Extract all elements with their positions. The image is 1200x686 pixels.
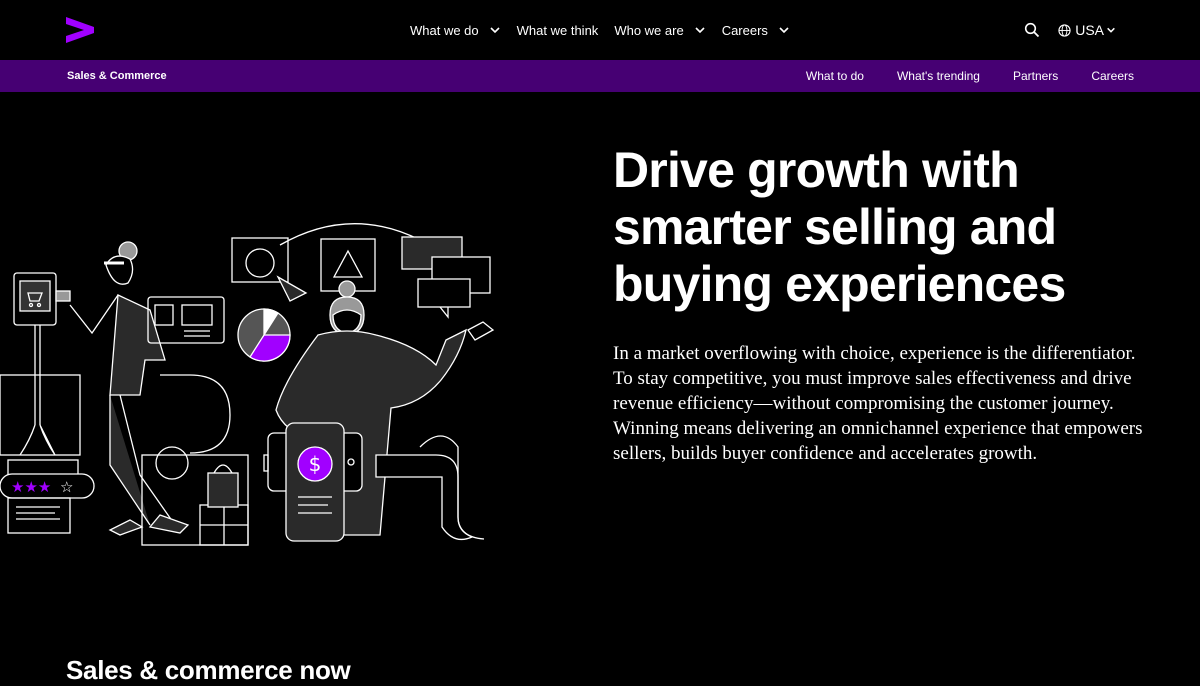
sub-navigation: Sales & Commerce What to do What's trend… (0, 60, 1200, 92)
location-selector[interactable]: USA (1058, 22, 1120, 38)
hero-intro: In a market overflowing with choice, exp… (613, 343, 1143, 464)
subnav-link-careers[interactable]: Careers (1091, 69, 1134, 83)
nav-label: What we think (516, 22, 599, 38)
nav-label: Who we are (614, 22, 684, 38)
chevron-down-icon (490, 27, 500, 34)
nav-what-we-do[interactable]: What we do (410, 23, 501, 38)
main-nav: What we do What we think Who we are Care… (410, 0, 806, 60)
chevron-down-icon (695, 27, 705, 34)
globe-icon (1058, 23, 1071, 37)
dollar-icon: $ (309, 452, 322, 476)
subnav-link-partners[interactable]: Partners (1013, 69, 1058, 83)
nav-label: What we do (410, 22, 479, 38)
chevron-down-icon (779, 27, 789, 34)
subnav-link-what-to-do[interactable]: What to do (806, 69, 864, 83)
nav-what-we-think[interactable]: What we think (517, 23, 599, 38)
nav-label: Careers (721, 22, 768, 38)
rating-card: ★★★ ☆ (0, 459, 95, 534)
subnav-links: What to do What's trending Partners Care… (773, 60, 1134, 92)
header-tools: USA (1024, 0, 1120, 60)
nav-who-we-are[interactable]: Who we are (614, 23, 705, 38)
location-label: USA (1075, 22, 1104, 38)
nav-careers[interactable]: Careers (722, 23, 790, 38)
subnav-link-whats-trending[interactable]: What's trending (897, 69, 980, 83)
top-navigation: What we do What we think Who we are Care… (0, 0, 1200, 60)
subnav-title[interactable]: Sales & Commerce (67, 60, 167, 92)
hero-illustration: ★★★ ☆ $ (0, 223, 495, 546)
section-title: Sales & commerce now (66, 655, 351, 685)
pie-chart-illustration (237, 308, 291, 362)
chevron-down-icon (1107, 27, 1115, 33)
accenture-logo[interactable] (66, 17, 94, 43)
hero-headline: Drive growth with smarter selling and bu… (613, 142, 1066, 312)
svg-text:☆: ☆ (60, 478, 73, 496)
search-icon[interactable] (1024, 22, 1040, 38)
svg-text:★★★: ★★★ (11, 478, 51, 496)
